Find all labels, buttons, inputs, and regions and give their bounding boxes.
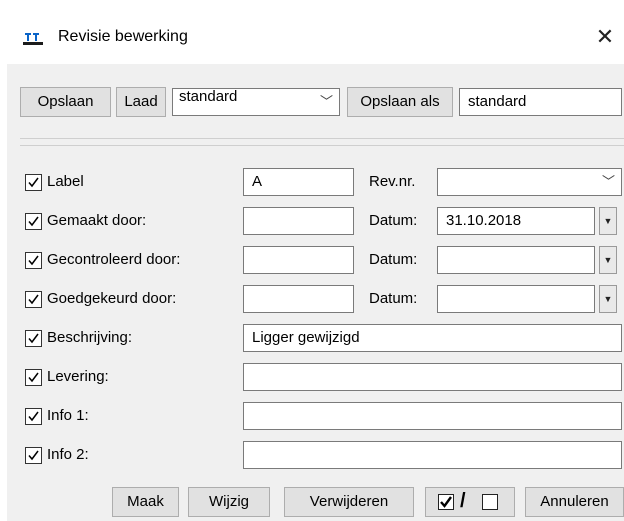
description-input[interactable]: Ligger gewijzigd bbox=[243, 324, 622, 352]
save-button[interactable]: Opslaan bbox=[20, 87, 111, 117]
date-dropdown-icon[interactable]: ▼ bbox=[599, 207, 617, 235]
checkmark-icon bbox=[28, 177, 39, 188]
chevron-down-icon: ﹀ bbox=[319, 94, 333, 109]
info1-input[interactable] bbox=[243, 402, 622, 430]
made-by-input[interactable] bbox=[243, 207, 354, 235]
close-icon[interactable]: ✕ bbox=[592, 24, 618, 50]
delivery-checkbox[interactable] bbox=[25, 369, 42, 386]
delivery-input[interactable] bbox=[243, 363, 622, 391]
info2-label: Info 2: bbox=[47, 446, 89, 463]
label-checkbox[interactable] bbox=[25, 174, 42, 191]
made-by-date-label: Datum: bbox=[369, 212, 418, 229]
made-by-date-input[interactable]: 31.10.2018 bbox=[437, 207, 595, 235]
checked-by-date-label: Datum: bbox=[369, 251, 418, 268]
label-input[interactable]: A bbox=[243, 168, 354, 196]
approved-by-date-input[interactable] bbox=[437, 285, 595, 313]
info2-input[interactable] bbox=[243, 441, 622, 469]
divider bbox=[20, 138, 624, 139]
window-title: Revisie bewerking bbox=[58, 28, 188, 45]
modify-button[interactable]: Wijzig bbox=[188, 487, 270, 517]
load-button[interactable]: Laad bbox=[116, 87, 166, 117]
info1-label: Info 1: bbox=[47, 407, 89, 424]
save-as-name-input[interactable]: standard bbox=[459, 88, 622, 116]
toggle-separator: / bbox=[460, 490, 466, 512]
divider bbox=[20, 145, 624, 146]
uncheck-all-icon bbox=[482, 494, 498, 510]
label-field-label: Label bbox=[47, 173, 84, 190]
checkmark-icon bbox=[28, 450, 39, 461]
checked-by-label: Gecontroleerd door: bbox=[47, 251, 181, 268]
checkmark-icon bbox=[28, 411, 39, 422]
rev-nr-select[interactable]: ﹀ bbox=[437, 168, 622, 196]
checkmark-icon bbox=[28, 333, 39, 344]
info1-checkbox[interactable] bbox=[25, 408, 42, 425]
toggle-all-button[interactable]: / bbox=[425, 487, 515, 517]
approved-by-label: Goedgekeurd door: bbox=[47, 290, 177, 307]
delete-button[interactable]: Verwijderen bbox=[284, 487, 414, 517]
chevron-down-icon: ﹀ bbox=[601, 174, 615, 189]
checked-by-date-input[interactable] bbox=[437, 246, 595, 274]
save-as-button[interactable]: Opslaan als bbox=[347, 87, 453, 117]
date-dropdown-icon[interactable]: ▼ bbox=[599, 246, 617, 274]
create-button[interactable]: Maak bbox=[112, 487, 179, 517]
info2-checkbox[interactable] bbox=[25, 447, 42, 464]
checkmark-icon bbox=[28, 372, 39, 383]
description-label: Beschrijving: bbox=[47, 329, 133, 346]
revision-app-icon bbox=[23, 33, 43, 45]
template-select[interactable]: standard ﹀ bbox=[172, 88, 340, 116]
checkmark-icon bbox=[28, 255, 39, 266]
cancel-button[interactable]: Annuleren bbox=[525, 487, 624, 517]
checked-by-checkbox[interactable] bbox=[25, 252, 42, 269]
checkmark-icon bbox=[28, 294, 39, 305]
approved-by-input[interactable] bbox=[243, 285, 354, 313]
delivery-label: Levering: bbox=[47, 368, 109, 385]
template-select-value: standard bbox=[179, 88, 238, 105]
check-all-icon bbox=[438, 494, 454, 510]
rev-nr-label: Rev.nr. bbox=[369, 173, 416, 190]
checked-by-input[interactable] bbox=[243, 246, 354, 274]
made-by-checkbox[interactable] bbox=[25, 213, 42, 230]
checkmark-icon bbox=[28, 216, 39, 227]
title-bar: Revisie bewerking ✕ bbox=[0, 0, 624, 62]
made-by-label: Gemaakt door: bbox=[47, 212, 147, 229]
approved-by-date-label: Datum: bbox=[369, 290, 418, 307]
description-checkbox[interactable] bbox=[25, 330, 42, 347]
date-dropdown-icon[interactable]: ▼ bbox=[599, 285, 617, 313]
approved-by-checkbox[interactable] bbox=[25, 291, 42, 308]
